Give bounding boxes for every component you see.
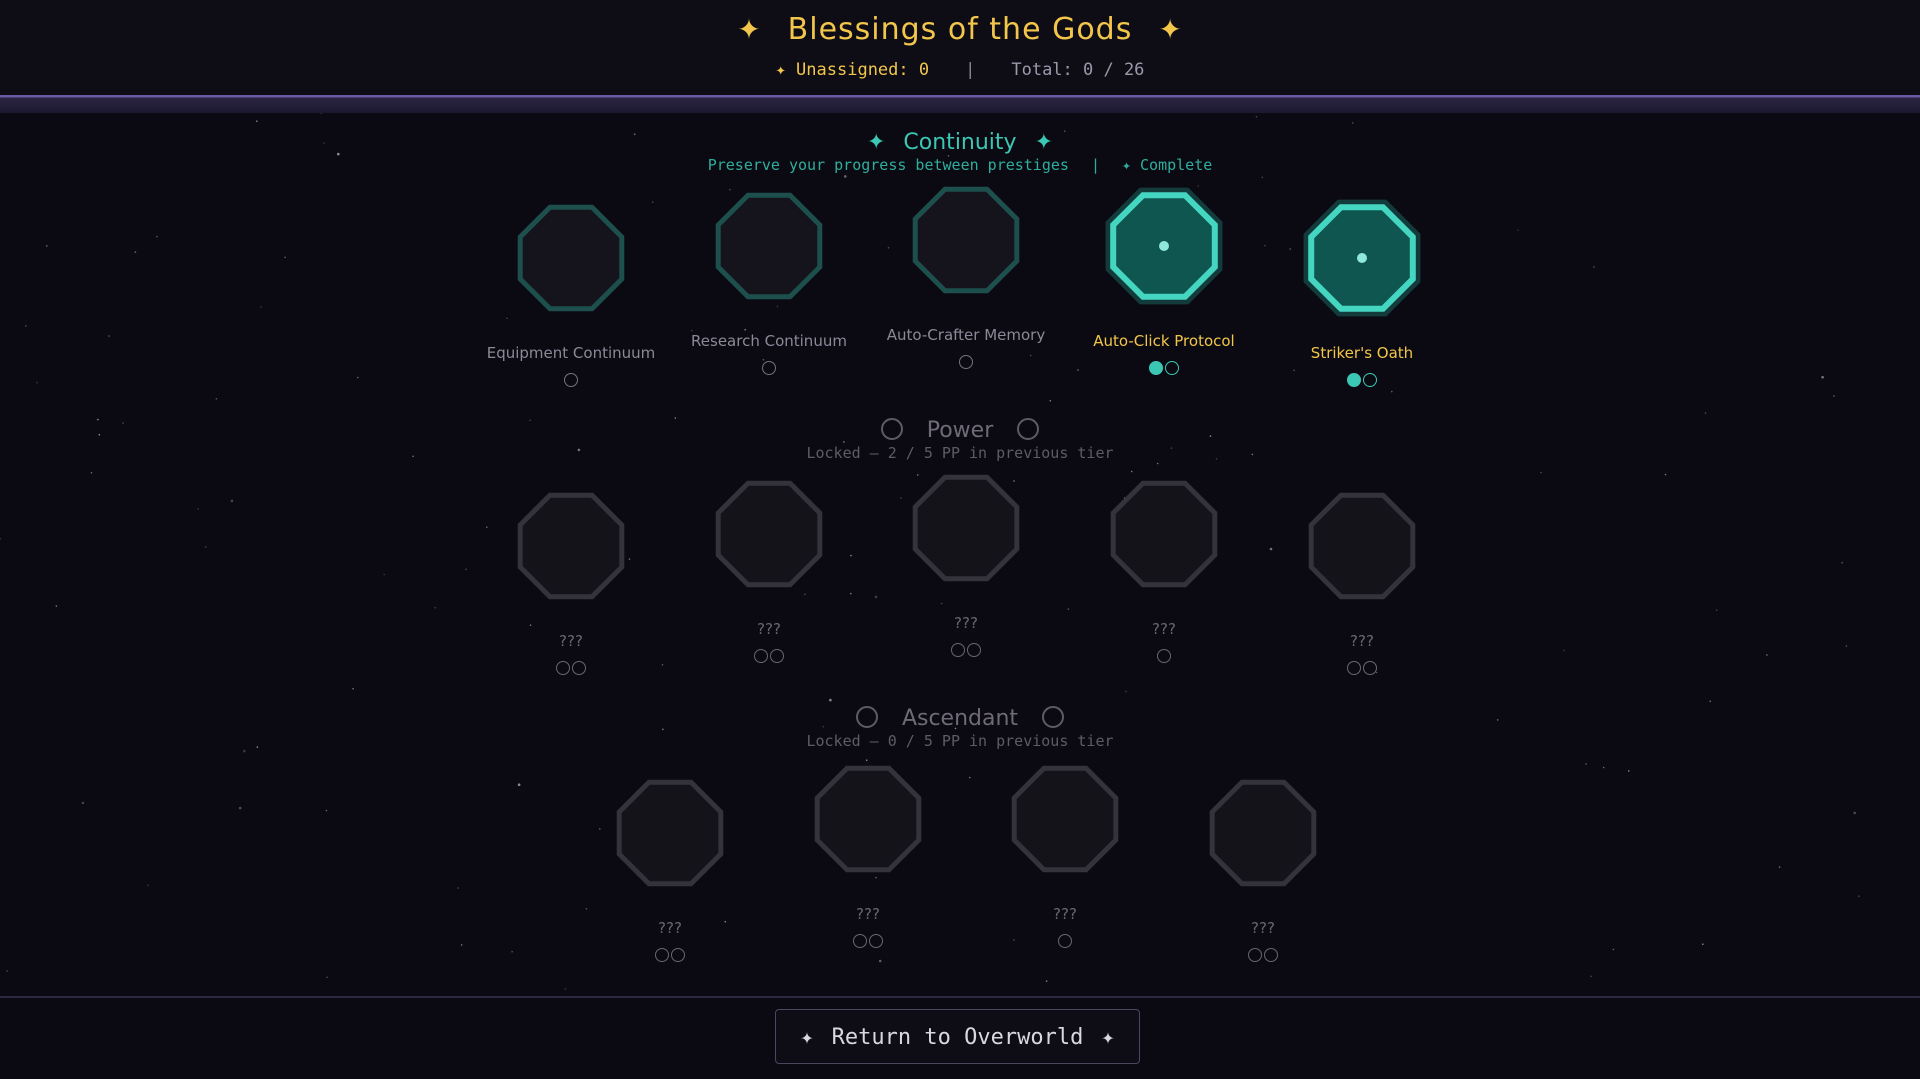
tier-subtitle-ascendant: Locked — 0 / 5 PP in previous tier [806,732,1114,750]
return-button-label: Return to Overworld [831,1025,1084,1050]
stats-separator: | [965,60,976,80]
rank-pip-empty [762,361,776,375]
header-divider [0,95,1920,113]
rank-pip-empty [853,934,867,948]
octagon-node-icon [912,186,1020,294]
rank-pips [1302,372,1422,392]
rank-pips [1005,933,1125,953]
page-title: ✦ Blessings of the Gods ✦ [0,12,1920,47]
octagon-node-icon [616,779,724,887]
octagon-node-icon [814,765,922,873]
points-summary: ✦ Unassigned: 0 | Total: 0 / 26 [0,60,1920,80]
tier-title-continuity: ✦ Continuity ✦ [0,130,1920,155]
star-icon: ✦ [1101,1025,1115,1050]
talent-node-locked-1-0 [511,486,631,606]
rank-pip-empty [770,649,784,663]
tier-subtitle-separator: | [1090,156,1100,174]
rank-pips [1203,947,1323,967]
title-text: Blessings of the Gods [787,12,1133,47]
rank-pip-empty [564,373,578,387]
talent-node-locked-1-2 [906,468,1026,588]
rank-pip-filled [1149,361,1163,375]
talent-node-label: Striker's Oath [1310,344,1414,362]
octagon-node-icon [517,204,625,312]
tier-star-icon: ✦ [866,130,886,155]
octagon-node-icon [1303,199,1421,317]
ring-icon [1042,706,1065,728]
octagon-node-icon [1209,779,1317,887]
octagon-node-icon [1011,765,1119,873]
ring-icon [1017,418,1040,440]
rank-pips [709,648,829,668]
rank-pip-empty [1058,934,1072,948]
rank-pip-empty [951,643,965,657]
return-to-overworld-button[interactable]: ✦ Return to Overworld ✦ [775,1009,1140,1064]
rank-pip-empty [869,934,883,948]
octagon-node-icon [715,192,823,300]
rank-pip-empty [1347,661,1361,675]
unassigned-points: ✦ Unassigned: 0 [775,60,930,80]
rank-pip-empty [967,643,981,657]
rank-pip-empty [655,948,669,962]
rank-pips [1104,360,1224,380]
rank-pips [906,354,1026,374]
talent-node-label: ??? [1251,919,1275,937]
talent-node-locked-2-0 [610,773,730,893]
title-star-icon: ✦ [1158,13,1183,46]
talent-node-locked-2-2 [1005,759,1125,879]
rank-pips [511,660,631,680]
rank-pip-empty [1264,948,1278,962]
rank-pips [906,642,1026,662]
tier-title-ascendant: Ascendant [0,706,1920,731]
octagon-node-icon [1110,480,1218,588]
talent-node-equipment-continuum[interactable] [511,198,631,318]
talent-node-locked-2-1 [808,759,928,879]
tier-subtitle-continuity: Preserve your progress between prestiges… [0,156,1920,174]
rank-pip-empty [959,355,973,369]
talent-node-auto-crafter-memory[interactable] [906,180,1026,300]
rank-pip-empty [1165,361,1179,375]
octagon-node-icon [1308,492,1416,600]
tier-name: Continuity [903,130,1017,155]
tier-description: Preserve your progress between prestiges [707,156,1069,174]
ring-icon [880,418,903,440]
total-points: Total: 0 / 26 [1011,60,1145,80]
rank-pip-filled [1347,373,1361,387]
rank-pips [1302,660,1422,680]
talent-node-locked-1-1 [709,474,829,594]
rank-pip-empty [1248,948,1262,962]
tier-subtitle-power: Locked — 2 / 5 PP in previous tier [806,444,1114,462]
octagon-node-icon [715,480,823,588]
talent-node-locked-2-3 [1203,773,1323,893]
rank-pips [808,933,928,953]
octagon-node-icon [517,492,625,600]
rank-pips [1104,648,1224,668]
rank-pip-empty [754,649,768,663]
talent-node-locked-1-4 [1302,486,1422,606]
rank-pip-empty [556,661,570,675]
talent-node-research-continuum[interactable] [709,186,829,306]
rank-pip-empty [1157,649,1171,663]
tier-star-icon: ✦ [1034,130,1054,155]
rank-pip-empty [1363,373,1377,387]
talent-node-locked-1-3 [1104,474,1224,594]
ring-icon [855,706,878,728]
octagon-node-icon [912,474,1020,582]
rank-pip-empty [671,948,685,962]
tier-name: Power [926,418,994,443]
title-star-icon: ✦ [737,13,762,46]
talent-node-auto-click-protocol[interactable] [1104,186,1224,306]
rank-pips [610,947,730,967]
tier-title-power: Power [0,418,1920,443]
talent-node-label: ??? [1350,632,1374,650]
star-icon: ✦ [800,1025,814,1050]
rank-pip-empty [1363,661,1377,675]
tier-status: ✦ Complete [1121,156,1213,174]
rank-pip-empty [572,661,586,675]
tier-name: Ascendant [901,706,1019,731]
octagon-node-icon [1105,187,1223,305]
rank-pips [511,372,631,392]
rank-pips [709,360,829,380]
talent-node-striker-s-oath[interactable] [1302,198,1422,318]
